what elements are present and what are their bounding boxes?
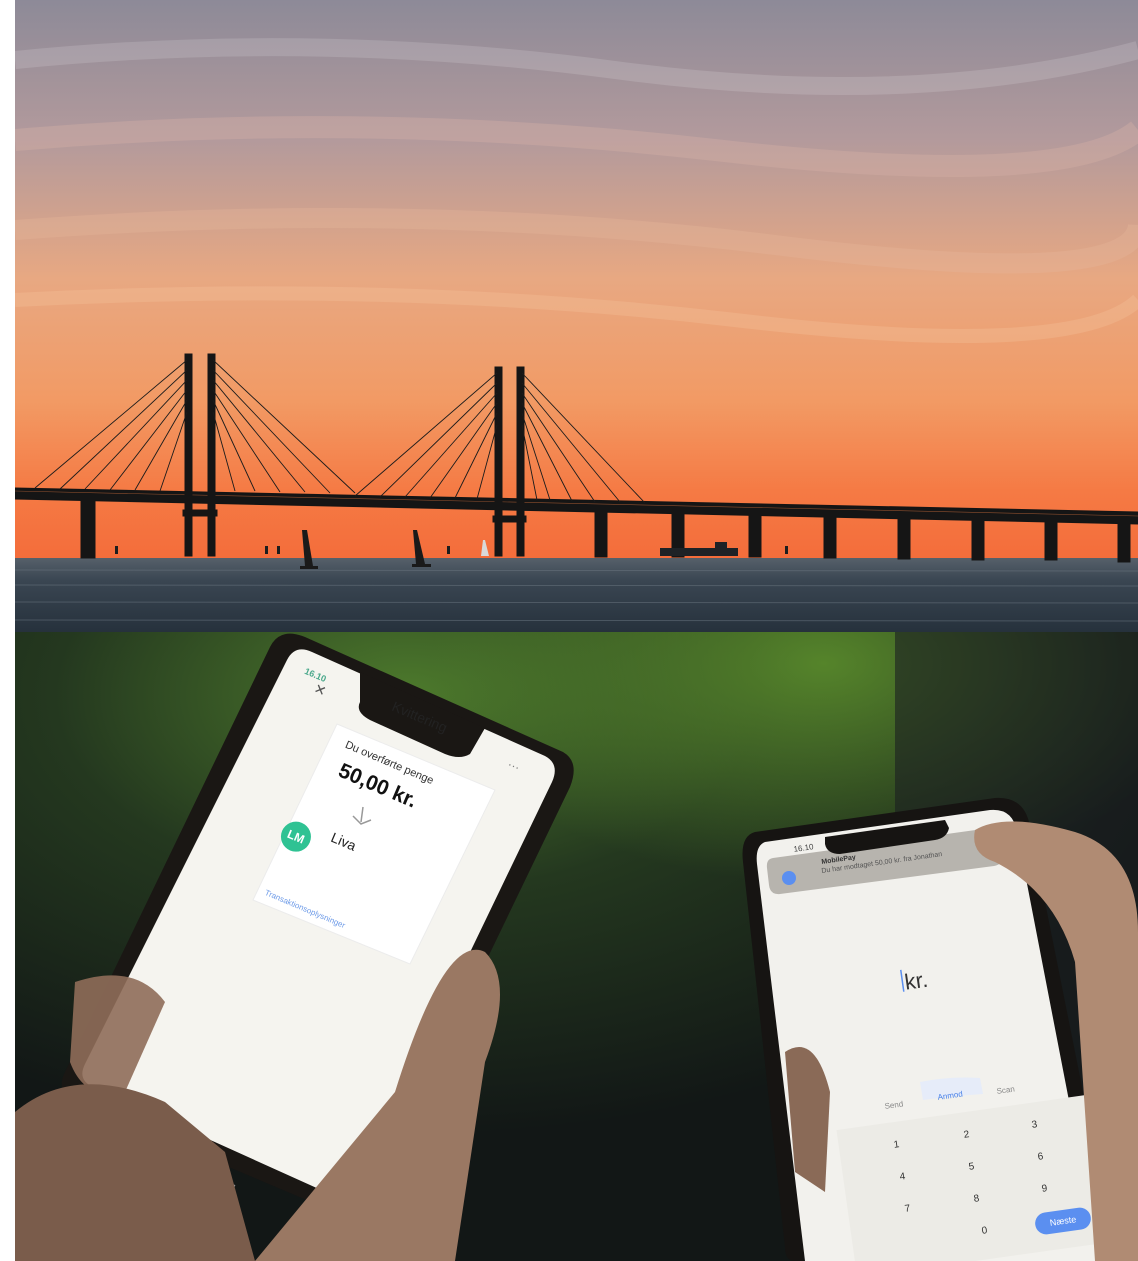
phones-scene: [15, 632, 1138, 1261]
bridge-sunset-photo: [15, 0, 1138, 632]
pylon: [207, 353, 216, 557]
pylon: [516, 366, 525, 557]
pylon: [184, 353, 193, 557]
bridge-scene: [15, 0, 1138, 632]
mobilepay-icon: [782, 871, 796, 885]
pylon: [494, 366, 503, 557]
phones-photo: 16.10 ✕ Kvittering Du overførte penge 50…: [15, 632, 1138, 1261]
